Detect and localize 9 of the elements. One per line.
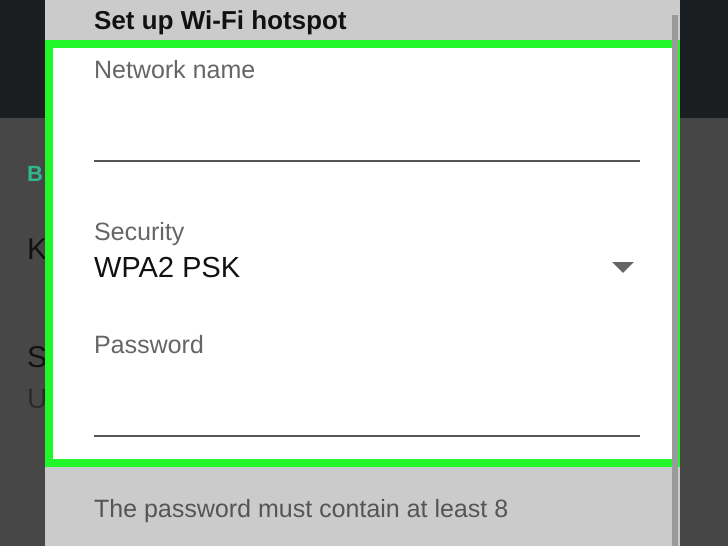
scrollbar[interactable] bbox=[672, 15, 678, 546]
field-label: Security bbox=[94, 217, 186, 248]
dialog-title: Set up Wi-Fi hotspot bbox=[94, 4, 346, 36]
caret-icon bbox=[612, 262, 634, 274]
dropdown[interactable]: WPA2 PSK bbox=[94, 248, 640, 288]
field-label: Password bbox=[94, 330, 205, 361]
helper-text: The password must contain at least 8 bbox=[94, 495, 508, 523]
list-item-text: B bbox=[27, 163, 44, 185]
field-label: Network name bbox=[94, 55, 256, 86]
